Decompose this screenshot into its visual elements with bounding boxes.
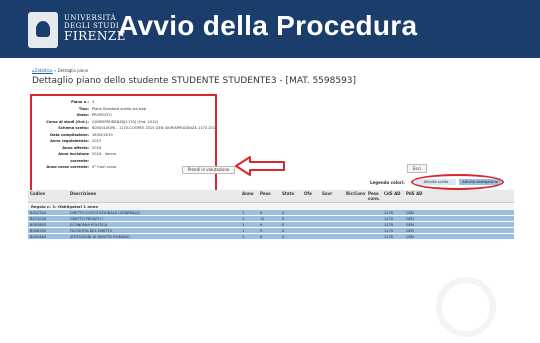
main-content: ⌂Didattica » Dettaglio piano Dettaglio p… bbox=[26, 64, 516, 343]
table-cell: GEN bbox=[406, 235, 414, 239]
table-cell: S bbox=[282, 217, 285, 221]
table-cell: 1170 bbox=[384, 229, 394, 233]
table-cell: 1 bbox=[242, 217, 245, 221]
column-header[interactable]: Peso bbox=[258, 190, 280, 202]
table-cell bbox=[320, 222, 344, 227]
table-cell: 9 bbox=[260, 229, 263, 233]
table-cell: 1 bbox=[242, 229, 245, 233]
table-cell: B013026 bbox=[30, 217, 47, 221]
exams-table: Codice Descrizione Anno Peso Stato Ofe Sovr Ric… bbox=[28, 190, 514, 240]
table-cell bbox=[366, 216, 382, 221]
column-header[interactable]: Codice bbox=[28, 190, 68, 202]
table-cell bbox=[344, 216, 366, 221]
table-cell bbox=[320, 216, 344, 221]
table-row[interactable]: B005663 ISTITUZIONI DI DIRITTO ROMANO 1 9 S 1… bbox=[28, 234, 514, 240]
table-cell: B005663 bbox=[30, 235, 47, 239]
column-header[interactable]: Ofe bbox=[302, 190, 320, 202]
table-cell bbox=[366, 228, 382, 233]
column-header[interactable]: Anno bbox=[240, 190, 258, 202]
table-cell bbox=[320, 228, 344, 233]
column-header[interactable]: Sovr bbox=[320, 190, 344, 202]
left-arrow-icon bbox=[235, 156, 285, 176]
breadcrumb: ⌂Didattica » Dettaglio piano bbox=[32, 68, 89, 73]
page-title: Dettaglio piano dello studente STUDENTE … bbox=[32, 76, 357, 86]
table-cell: S bbox=[282, 229, 285, 233]
plan-details-box: Piano n.: 5 Tipo: Piano Standard scelto via… bbox=[30, 94, 217, 198]
column-header[interactable]: Stato bbox=[280, 190, 302, 202]
table-header: Codice Descrizione Anno Peso Stato Ofe Sovr Ric… bbox=[28, 190, 514, 203]
table-cell: B005802 bbox=[30, 223, 47, 227]
page-header-title: Avvio della Procedura bbox=[118, 10, 418, 41]
table-cell bbox=[320, 234, 344, 239]
table-cell bbox=[344, 234, 366, 239]
table-cell: FILOSOFIA DEL DIRITTO bbox=[70, 229, 113, 233]
legend-highlight-oval bbox=[411, 174, 504, 190]
table-cell: GEN bbox=[406, 223, 414, 227]
table-cell: GEN bbox=[406, 229, 414, 233]
table-cell bbox=[344, 222, 366, 227]
table-cell: GEN bbox=[406, 211, 414, 215]
detail-label: Anno corso corrente: bbox=[46, 165, 89, 169]
table-cell: 1170 bbox=[384, 211, 394, 215]
breadcrumb-link-didattica[interactable]: Didattica bbox=[35, 68, 53, 73]
legend-label: Legenda colori: bbox=[370, 180, 405, 185]
table-cell bbox=[302, 234, 320, 239]
table-cell: S bbox=[282, 235, 285, 239]
table-cell bbox=[302, 228, 320, 233]
table-cell: GEN bbox=[406, 217, 414, 221]
column-header[interactable]: Peso conv. bbox=[366, 190, 382, 202]
table-cell: 1170 bbox=[384, 217, 394, 221]
table-cell: S bbox=[282, 211, 285, 215]
exit-button[interactable]: Esci bbox=[407, 164, 427, 173]
header-banner: UNIVERSITÀ DEGLI STUDI FIRENZE Avvio del… bbox=[0, 0, 540, 58]
table-cell: 1 bbox=[242, 211, 245, 215]
table-cell: DIRITTO COSTITUZIONALE (GENERALE) bbox=[70, 211, 141, 215]
table-cell bbox=[366, 222, 382, 227]
table-cell: 1170 bbox=[384, 223, 394, 227]
breadcrumb-current: Dettaglio piano bbox=[57, 68, 89, 73]
table-cell: 1170 bbox=[384, 235, 394, 239]
table-cell: 9 bbox=[260, 211, 263, 215]
table-cell: 9 bbox=[260, 223, 263, 227]
table-cell bbox=[344, 210, 366, 215]
table-cell bbox=[344, 228, 366, 233]
table-cell bbox=[366, 234, 382, 239]
table-cell: S bbox=[282, 223, 285, 227]
watermark-seal-icon bbox=[436, 277, 496, 337]
table-cell bbox=[302, 216, 320, 221]
table-cell: DIRITTO PRIVATO I bbox=[70, 217, 104, 221]
table-cell: 1 bbox=[242, 235, 245, 239]
table-cell: 1 bbox=[242, 223, 245, 227]
table-cell: ISTITUZIONI DI DIRITTO ROMANO bbox=[70, 235, 130, 239]
table-cell bbox=[302, 210, 320, 215]
university-seal-icon bbox=[28, 12, 58, 48]
table-cell: B002304 bbox=[30, 211, 47, 215]
table-cell: 12 bbox=[260, 217, 265, 221]
evaluate-button[interactable]: Prendi in valutazione bbox=[182, 166, 235, 174]
table-cell bbox=[302, 222, 320, 227]
column-header[interactable]: CdS AD bbox=[382, 190, 404, 202]
rule-group-row: Regola n. 1: Obbligatori 1 anno bbox=[28, 203, 514, 210]
table-cell: ECONOMIA POLITICA bbox=[70, 223, 108, 227]
table-cell bbox=[320, 210, 344, 215]
table-cell: B006505 bbox=[30, 229, 47, 233]
column-header[interactable]: PdS AD bbox=[404, 190, 426, 202]
column-header[interactable]: Ric/Conv bbox=[344, 190, 366, 202]
table-cell: 9 bbox=[260, 235, 263, 239]
column-header[interactable]: Descrizione bbox=[68, 190, 240, 202]
table-cell bbox=[366, 210, 382, 215]
